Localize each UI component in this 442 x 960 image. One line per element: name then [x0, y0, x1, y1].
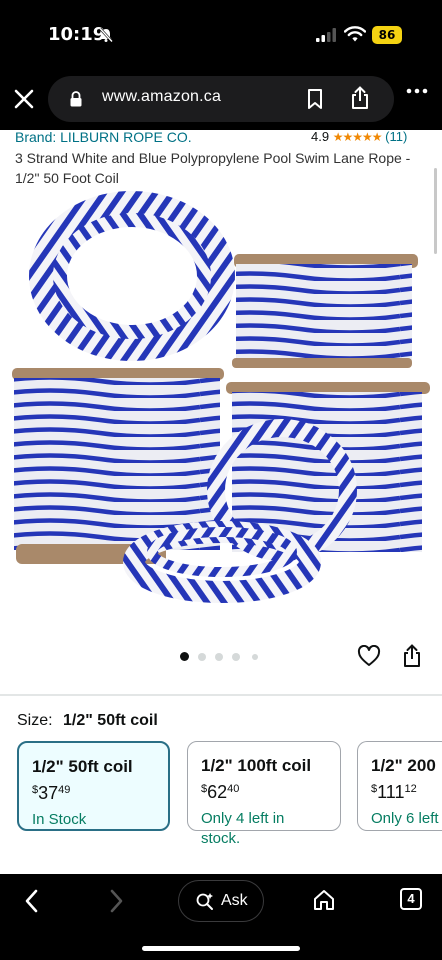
size-selector-header: Size: 1/2" 50ft coil	[17, 712, 158, 730]
home-indicator	[142, 946, 300, 951]
size-selected-value: 1/2" 50ft coil	[63, 712, 158, 729]
brand-row: Brand: LILBURN ROPE CO. 4.9 ★★★★★ (11)	[15, 129, 435, 147]
rating-value: 4.9	[311, 129, 330, 144]
more-icon[interactable]	[406, 88, 428, 94]
option-name: 1/2" 100ft coil	[201, 756, 312, 775]
option-stock: Only 4 left in stock.	[201, 810, 285, 847]
option-price: $3749	[32, 783, 71, 803]
back-icon[interactable]	[22, 888, 42, 914]
wifi-icon	[344, 26, 366, 42]
tabs-icon[interactable]: 4	[400, 888, 422, 910]
star-rating-icon: ★★★★★	[332, 130, 383, 144]
bell-off-icon	[99, 27, 113, 43]
battery-icon: 86	[372, 26, 402, 44]
ask-icon	[196, 893, 213, 910]
brand-link[interactable]: Brand: LILBURN ROPE CO.	[15, 129, 192, 145]
ask-label: Ask	[221, 892, 248, 909]
option-price: $6240	[201, 782, 240, 802]
spool-flange	[232, 358, 412, 368]
lock-icon	[70, 91, 82, 107]
status-bar: 10:19 86	[0, 0, 442, 70]
browser-toolbar: www.amazon.ca	[0, 70, 442, 130]
size-option-200ft[interactable]: 1/2" 200 $11112 Only 6 left in stock.	[357, 741, 442, 831]
option-stock: In Stock	[32, 811, 87, 828]
close-icon[interactable]	[12, 87, 36, 111]
option-price: $11112	[371, 782, 417, 802]
carousel-dot[interactable]	[232, 653, 240, 661]
product-image[interactable]	[0, 190, 442, 630]
size-label: Size:	[17, 712, 53, 729]
heart-icon[interactable]	[357, 645, 381, 667]
option-stock: Only 6 left in stock.	[371, 810, 442, 827]
browser-bottom-bar: Ask 4	[0, 874, 442, 960]
size-option-100ft[interactable]: 1/2" 100ft coil $6240 Only 4 left in sto…	[187, 741, 341, 847]
carousel-dot[interactable]	[198, 653, 206, 661]
forward-icon[interactable]	[106, 888, 126, 914]
size-option-50ft[interactable]: 1/2" 50ft coil $3749 In Stock	[17, 741, 170, 831]
rope-coil	[53, 213, 211, 339]
share-icon[interactable]	[350, 86, 370, 110]
signal-icon	[316, 28, 336, 42]
spool-rope	[236, 264, 412, 364]
url-text: www.amazon.ca	[102, 88, 222, 105]
carousel-dot[interactable]	[215, 653, 223, 661]
rating-count: (11)	[385, 129, 408, 144]
share-icon[interactable]	[402, 644, 422, 668]
status-time: 10:19	[48, 24, 106, 45]
product-title: 3 Strand White and Blue Polypropylene Po…	[15, 150, 411, 186]
rating[interactable]: 4.9 ★★★★★ (11)	[311, 129, 407, 144]
carousel-dot-active[interactable]	[180, 652, 189, 661]
option-name: 1/2" 200	[371, 756, 436, 775]
carousel-dot[interactable]	[252, 654, 258, 660]
home-icon[interactable]	[312, 888, 336, 912]
address-bar[interactable]: www.amazon.ca	[48, 76, 394, 122]
option-name: 1/2" 50ft coil	[32, 757, 133, 776]
bookmark-icon[interactable]	[306, 88, 324, 110]
ask-button[interactable]: Ask	[178, 880, 264, 922]
section-divider	[0, 694, 442, 696]
